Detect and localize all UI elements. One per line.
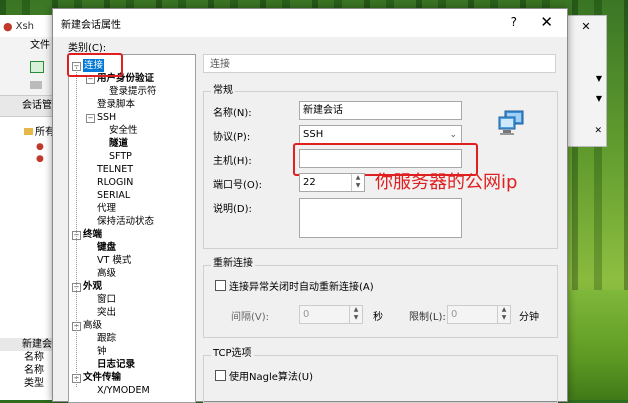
section-title: 连接 <box>203 54 556 73</box>
dialog-title: 新建会话属性 <box>61 19 121 31</box>
new-session-properties-dialog: 新建会话属性 ? ✕ 类别(C): − 连接 − 用户身份验证 登录提示符 登录脚本 − SS… <box>52 8 568 403</box>
props-row: 新建会话 <box>0 338 60 351</box>
session-tree: 所有 ● ● <box>0 117 60 303</box>
port-label: 端口号(O): <box>213 180 263 191</box>
tcp-group-label: TCP选项 <box>211 344 254 359</box>
tree-item[interactable]: 键盘 <box>97 241 116 254</box>
folder-icon <box>24 128 33 135</box>
tree-item[interactable]: 安全性 <box>109 124 138 137</box>
tree-guide-line <box>76 67 77 387</box>
auto-reconnect-checkbox[interactable] <box>215 280 226 291</box>
reconnect-group <box>203 265 558 338</box>
tree-item[interactable]: TELNET <box>97 163 133 176</box>
description-label: 说明(D): <box>213 204 252 215</box>
dialog-titlebar: 新建会话属性 ? ✕ <box>53 9 567 37</box>
name-field[interactable]: 新建会话 <box>299 101 462 120</box>
tree-item[interactable]: VT 模式 <box>97 254 131 267</box>
category-tree[interactable]: − 连接 − 用户身份验证 登录提示符 登录脚本 − SSH 安全性 隧道 SFTP TELNET RL… <box>68 54 196 403</box>
close-button[interactable]: ✕ <box>540 13 553 31</box>
reconnect-group-label: 重新连接 <box>211 254 255 269</box>
protocol-select[interactable]: SSH ⌄ <box>299 125 462 144</box>
tree-item[interactable]: 跟踪 <box>97 332 116 345</box>
tree-item[interactable]: 高级 <box>97 267 116 280</box>
tree-item[interactable]: 突出 <box>97 306 116 319</box>
tree-item[interactable]: 外观 <box>83 280 102 293</box>
xshell-title: Xsh <box>15 20 35 32</box>
tree-item[interactable]: X/YMODEM <box>97 384 150 397</box>
tree-item[interactable]: 登录提示符 <box>109 85 157 98</box>
tree-item[interactable]: 隧道 <box>109 137 128 150</box>
interval-stepper[interactable]: 0 ▲ ▼ <box>299 305 363 324</box>
interval-label: 间隔(V): <box>231 312 270 323</box>
menu-file[interactable]: 文件(F) <box>0 37 60 69</box>
tree-item[interactable]: RLOGIN <box>97 176 133 189</box>
dropdown-arrow-icon[interactable]: ▼ <box>596 74 602 83</box>
host-label: 主机(H): <box>213 156 252 167</box>
limit-stepper[interactable]: 0 ▲ ▼ <box>447 305 511 324</box>
nagle-label[interactable]: 使用Nagle算法(U) <box>229 368 313 383</box>
tree-item[interactable]: SSH <box>97 111 116 124</box>
tree-item[interactable]: 文件传输 <box>83 371 121 384</box>
tree-item[interactable]: 代理 <box>97 202 116 215</box>
spin-arrows-icon: ▲ ▼ <box>349 306 362 323</box>
spin-arrows-icon: ▲ ▼ <box>497 306 510 323</box>
close-icon[interactable]: ✕ <box>566 16 606 36</box>
name-label: 名称(N): <box>213 108 252 119</box>
tree-item[interactable]: SERIAL <box>97 189 130 202</box>
minutes-unit: 分钟 <box>519 312 539 323</box>
props-row: 名称 <box>24 352 44 363</box>
tree-expander-icon[interactable]: − <box>86 114 95 123</box>
network-computer-icon <box>497 109 527 137</box>
nagle-checkbox[interactable] <box>215 370 226 381</box>
dropdown-arrow-icon[interactable]: ▼ <box>596 94 602 103</box>
description-field[interactable] <box>299 198 462 238</box>
session-manager-header: 会话管理器 <box>0 96 60 117</box>
protocol-label: 协议(P): <box>213 132 251 143</box>
seconds-unit: 秒 <box>373 312 383 323</box>
close-icon[interactable]: ✕ <box>594 126 602 136</box>
props-row: 名称 <box>24 365 44 376</box>
tree-item[interactable]: 登录脚本 <box>97 98 135 111</box>
highlight-box-connection <box>67 53 123 77</box>
general-group-label: 常规 <box>211 81 235 96</box>
spin-arrows-icon[interactable]: ▲ ▼ <box>351 174 364 191</box>
auto-reconnect-label[interactable]: 连接异常关闭时自动重新连接(A) <box>229 278 374 293</box>
xshell-toolbar <box>0 55 60 96</box>
category-label: 类别(C): <box>68 43 107 54</box>
tree-item[interactable]: 终端 <box>83 228 102 241</box>
open-icon[interactable] <box>30 81 42 89</box>
tree-item[interactable]: 钟 <box>97 345 107 358</box>
xshell-titlebar: ● Xsh <box>0 15 60 37</box>
settings-panel: 连接 常规 名称(N): 新建会话 协议(P): SSH ⌄ 主机(H): 端口… <box>203 54 559 403</box>
tree-item[interactable]: 高级 <box>83 319 102 332</box>
limit-label: 限制(L): <box>409 312 446 323</box>
xshell-logo-icon: ● <box>3 19 13 33</box>
tree-item[interactable]: 窗口 <box>97 293 116 306</box>
tree-item[interactable]: SFTP <box>109 150 132 163</box>
props-row: 类型 <box>24 378 44 389</box>
tree-item[interactable]: 保持活动状态 <box>97 215 154 228</box>
help-button[interactable]: ? <box>511 15 517 29</box>
port-stepper[interactable]: 22 ▲ ▼ <box>299 173 365 192</box>
session-properties: 新建会话 名称 名称 类型 <box>0 338 60 390</box>
background-window-right: ✕ ▼ ▼ ✕ <box>565 15 607 147</box>
host-annotation: 你服务器的公网ip <box>375 172 518 193</box>
tree-item[interactable]: 日志记录 <box>97 358 135 371</box>
chevron-down-icon: ⌄ <box>449 130 457 140</box>
new-session-icon[interactable] <box>30 61 44 73</box>
